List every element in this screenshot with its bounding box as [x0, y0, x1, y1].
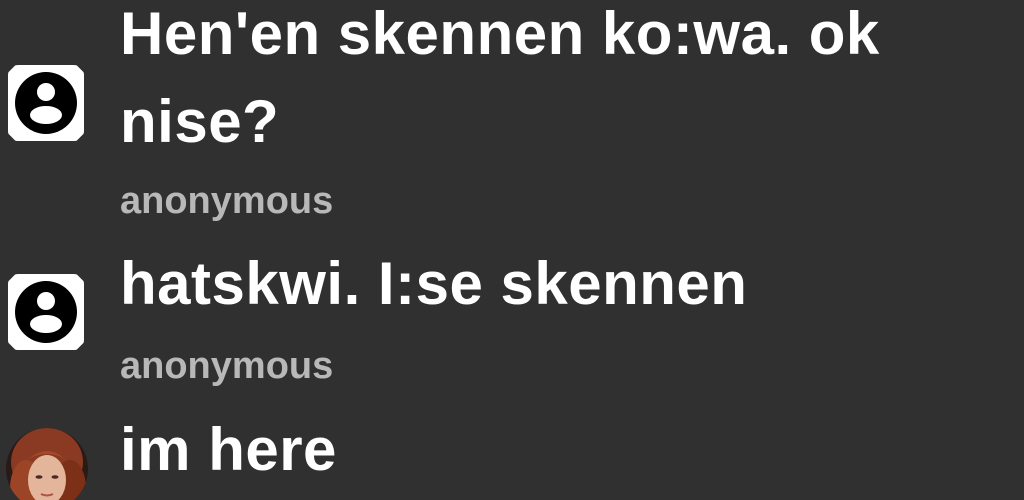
message-author: anonymous [120, 345, 334, 387]
user-photo-avatar[interactable] [6, 428, 88, 500]
chat-screen: Hen'en skennen ko:wa. ok nise? anonymous… [0, 0, 1024, 500]
default-person-icon[interactable] [8, 65, 84, 141]
default-person-icon[interactable] [8, 274, 84, 350]
message-text-line: hatskwi. I:se skennen [120, 250, 748, 317]
account-circle-icon [15, 72, 77, 134]
message-text-line: im here [120, 416, 337, 483]
account-circle-icon [15, 281, 77, 343]
message-author: anonymous [120, 180, 334, 222]
message-text-line: Hen'en skennen ko:wa. ok [120, 0, 880, 67]
user-photo [6, 428, 88, 500]
message-text-line: nise? [120, 88, 280, 155]
